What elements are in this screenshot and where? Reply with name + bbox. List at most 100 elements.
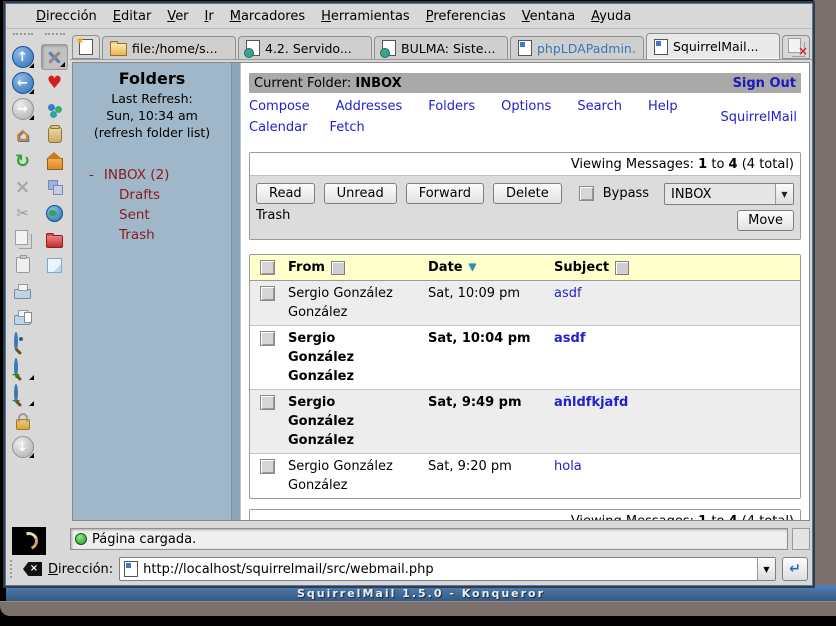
menu-direccion[interactable]: Dirección [36, 9, 97, 24]
squirrelmail-brand-link[interactable]: SquirrelMail [720, 110, 797, 125]
components-button[interactable] [41, 96, 68, 122]
row-checkbox[interactable] [260, 459, 275, 474]
status-led-icon [75, 533, 87, 545]
refresh-folder-link[interactable]: (refresh folder list) [77, 124, 227, 141]
from-header[interactable]: From [288, 258, 325, 277]
row-checkbox[interactable] [260, 395, 275, 410]
menu-ir[interactable]: Ir [205, 9, 214, 24]
move-button[interactable]: Move [737, 210, 794, 231]
download-button[interactable]: ↓ [9, 434, 36, 460]
status-grip[interactable] [792, 528, 810, 550]
combo-arrow-icon[interactable]: ▼ [775, 184, 793, 204]
message-subject-link[interactable]: hola [554, 459, 582, 474]
location-input[interactable]: http://localhost/squirrelmail/src/webmai… [119, 557, 776, 581]
menu-editar[interactable]: Editar [113, 9, 152, 24]
home-button[interactable]: ⌂ [9, 122, 36, 148]
back-button[interactable]: ← [9, 70, 36, 96]
message-subject-link[interactable]: asdf [554, 286, 582, 301]
package-button[interactable] [41, 148, 68, 174]
window-titlebar[interactable]: SquirrelMail 1.5.0 - Konqueror [6, 585, 836, 601]
folder-inbox-link[interactable]: INBOX (2) [104, 165, 170, 185]
subject-toggle-icon[interactable] [615, 261, 629, 275]
tab-file-home[interactable]: file:/home/s... [102, 36, 236, 59]
go-button[interactable]: ↵ [782, 557, 808, 581]
modules-button[interactable] [41, 174, 68, 200]
notes-button[interactable] [41, 252, 68, 278]
addresses-link[interactable]: Addresses [336, 96, 403, 117]
toolbar-handle[interactable] [13, 33, 33, 41]
forward-button[interactable]: → [9, 96, 36, 122]
calendar-link[interactable]: Calendar [249, 117, 307, 138]
find-button[interactable] [9, 330, 36, 356]
sign-out-link[interactable]: Sign Out [733, 76, 796, 91]
red-folder-button[interactable] [41, 226, 68, 252]
message-subject-link[interactable]: añldfkjafd [554, 395, 628, 410]
tools-icon [46, 49, 64, 65]
cut-button[interactable]: ✂ [9, 200, 36, 226]
delete-button[interactable]: Delete [493, 183, 562, 204]
reload-button[interactable]: ↻ [9, 148, 36, 174]
tab-squirrelmail[interactable]: SquirrelMail... [646, 33, 780, 59]
options-link[interactable]: Options [501, 96, 551, 117]
stop-button[interactable]: × [9, 174, 36, 200]
zoom-in-button[interactable]: + [9, 356, 36, 382]
folder-select-value: INBOX [665, 184, 775, 204]
select-all-checkbox[interactable] [260, 260, 275, 275]
menu-ventana[interactable]: Ventana [522, 9, 575, 24]
network-button[interactable] [41, 200, 68, 226]
paste-button[interactable] [9, 252, 36, 278]
unread-button[interactable]: Unread [324, 183, 397, 204]
clear-location-button[interactable]: × [23, 562, 42, 576]
toolbar-handle[interactable] [45, 33, 65, 41]
inbox-collapse-dash[interactable]: - [89, 165, 94, 185]
tab-bulma[interactable]: BULMA: Siste... [374, 36, 508, 59]
menu-marcadores[interactable]: Marcadores [230, 9, 305, 24]
folder-trash-link[interactable]: Trash [77, 225, 227, 245]
menu-ver[interactable]: Ver [167, 9, 188, 24]
folder-drafts-link[interactable]: Drafts [77, 185, 227, 205]
search-link[interactable]: Search [577, 96, 622, 117]
fetch-link[interactable]: Fetch [329, 117, 364, 138]
location-url[interactable]: http://localhost/squirrelmail/src/webmai… [143, 562, 752, 577]
menu-herramientas[interactable]: Herramientas [321, 9, 410, 24]
sort-desc-icon[interactable]: ▼ [469, 258, 477, 277]
bypass-trash-checkbox[interactable] [579, 186, 594, 201]
print-button[interactable] [9, 278, 36, 304]
tools-button[interactable] [41, 44, 68, 70]
archive-button[interactable] [41, 122, 68, 148]
tab-servidor[interactable]: 4.2. Servido... [238, 36, 372, 59]
row-checkbox[interactable] [260, 286, 275, 301]
move-folder-select[interactable]: INBOX ▼ [664, 183, 794, 205]
help-link[interactable]: Help [648, 96, 678, 117]
location-dropdown-icon[interactable]: ▼ [757, 558, 775, 580]
copy-button[interactable] [9, 226, 36, 252]
print-preview-button[interactable] [9, 304, 36, 330]
status-text: Página cargada. [92, 532, 196, 547]
up-button[interactable]: ↑ [9, 44, 36, 70]
last-refresh-label: Last Refresh: [77, 90, 227, 107]
tab-phpldapadmin[interactable]: phpLDAPadmin... [510, 36, 644, 59]
compose-link[interactable]: Compose [249, 96, 310, 117]
viewing-messages-top: Viewing Messages: 1 to 4 (4 total) [250, 153, 800, 175]
folder-icon [110, 43, 127, 56]
folder-sent-link[interactable]: Sent [77, 205, 227, 225]
frame-splitter[interactable] [231, 63, 241, 520]
menu-ayuda[interactable]: Ayuda [591, 9, 631, 24]
close-tab-button[interactable]: × [782, 35, 810, 59]
from-toggle-icon[interactable] [331, 261, 345, 275]
new-tab-button[interactable]: ✶ [72, 35, 100, 59]
subject-header[interactable]: Subject [554, 258, 609, 277]
zoom-out-button[interactable]: − [9, 382, 36, 408]
forward-button-mail[interactable]: Forward [406, 183, 484, 204]
message-subject-link[interactable]: asdf [554, 331, 585, 346]
bookmarks-button[interactable]: ♥ [41, 70, 68, 96]
security-button[interactable] [9, 408, 36, 434]
menu-preferencias[interactable]: Preferencias [426, 9, 506, 24]
read-button[interactable]: Read [256, 183, 315, 204]
lock-icon [16, 419, 30, 430]
row-checkbox[interactable] [260, 331, 275, 346]
current-folder: Current Folder: INBOX [254, 76, 402, 91]
date-header[interactable]: Date [428, 258, 463, 277]
folders-link[interactable]: Folders [428, 96, 475, 117]
toolbar-handle[interactable] [10, 560, 17, 578]
